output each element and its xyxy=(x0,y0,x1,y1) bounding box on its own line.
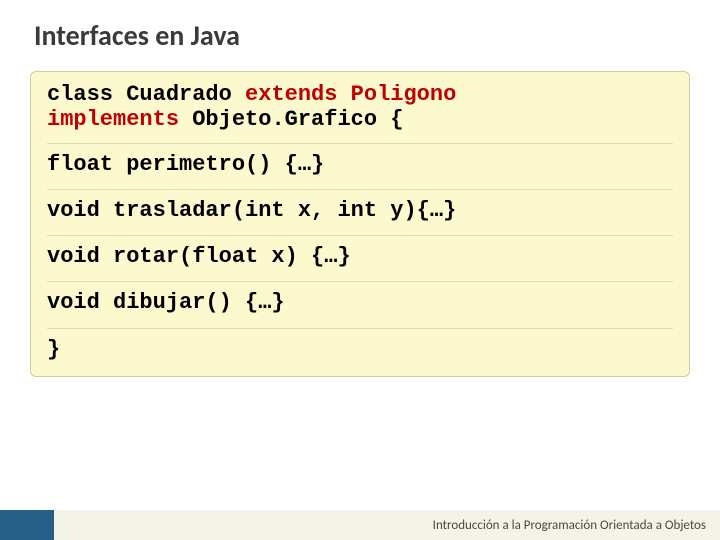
footer-accent xyxy=(0,510,54,540)
footer-text: Introducción a la Programación Orientada… xyxy=(433,518,706,533)
separator xyxy=(47,143,673,144)
code-block: class Cuadrado extends Poligono implemen… xyxy=(30,71,690,377)
slide-title: Interfaces en Java xyxy=(30,18,690,53)
code-line-6: } xyxy=(47,337,673,362)
footer-main: Introducción a la Programación Orientada… xyxy=(54,510,720,540)
code-line-1: class Cuadrado extends Poligono implemen… xyxy=(47,82,673,133)
code-text: Objeto.Grafico { xyxy=(179,107,403,132)
separator xyxy=(47,328,673,329)
code-line-2: float perimetro() {…} xyxy=(47,152,673,177)
keyword-extends: extends Poligono xyxy=(245,82,456,107)
separator xyxy=(47,235,673,236)
code-line-4: void rotar(float x) {…} xyxy=(47,244,673,269)
code-line-3: void trasladar(int x, int y){…} xyxy=(47,198,673,223)
separator xyxy=(47,189,673,190)
code-text: class Cuadrado xyxy=(47,82,245,107)
keyword-implements: implements xyxy=(47,107,179,132)
slide: Interfaces en Java class Cuadrado extend… xyxy=(0,0,720,540)
footer-bar: Introducción a la Programación Orientada… xyxy=(0,510,720,540)
separator xyxy=(47,281,673,282)
code-line-5: void dibujar() {…} xyxy=(47,290,673,315)
